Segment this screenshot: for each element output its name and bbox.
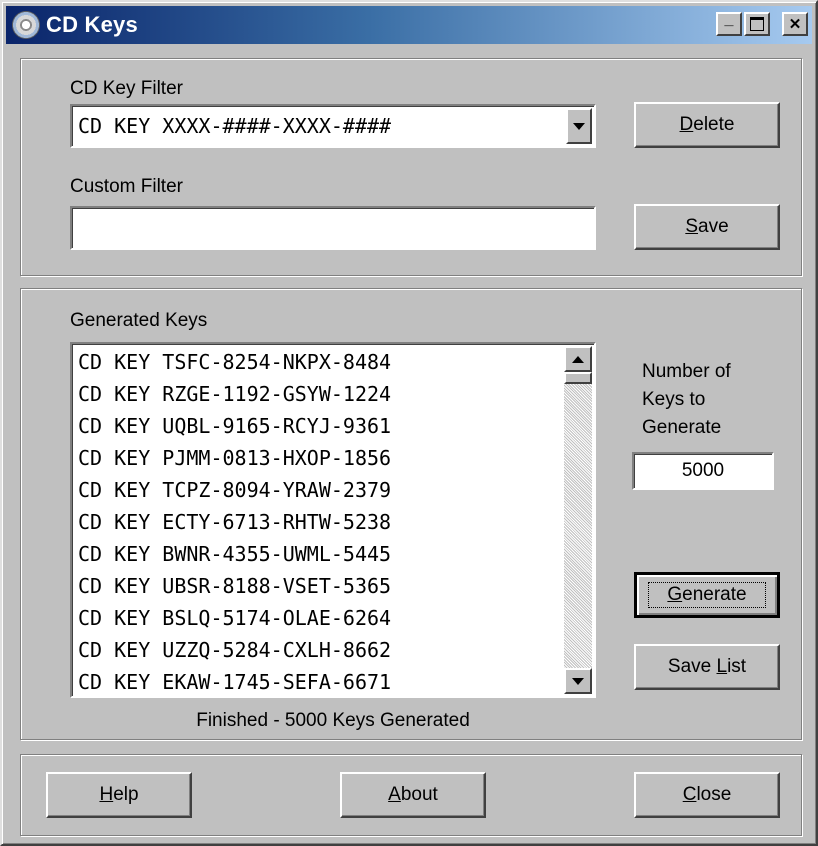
keys-scrollbar[interactable] [564,346,592,694]
key-list-item[interactable]: CD KEY TCPZ-8094-YRAW-2379 [78,474,391,506]
arrow-up-icon [572,355,584,363]
help-button-hotkey: H [99,784,114,805]
save-button-label: ave [698,216,729,237]
key-list-item[interactable]: CD KEY UZZQ-5284-CXLH-8662 [78,634,391,666]
keys-count-label: Number of Keys to Generate [642,358,731,442]
about-button[interactable]: About [340,772,486,818]
scroll-up-button[interactable] [564,346,592,372]
delete-button-label: elete [693,114,735,135]
arrow-down-icon [572,677,584,685]
title-bar[interactable]: CD Keys _ ✕ [6,6,812,44]
chevron-down-icon [573,122,585,130]
status-text: Finished - 5000 Keys Generated [196,710,470,731]
save-list-button-hotkey: L [716,656,728,677]
keys-count-label-line: Number of [642,361,731,382]
key-list-item[interactable]: CD KEY BWNR-4355-UWML-5445 [78,538,391,570]
key-list-items: CD KEY TSFC-8254-NKPX-8484 CD KEY RZGE-11… [78,346,391,696]
generate-button[interactable]: Generate [634,572,780,618]
generate-button-label: enerate [682,584,747,605]
minimize-icon: _ [724,11,734,28]
keys-count-input[interactable]: 5000 [632,452,774,490]
key-list-item[interactable]: CD KEY ECTY-6713-RHTW-5238 [78,506,391,538]
keys-count-label-line: Keys to [642,389,706,410]
keys-count-label-line: Generate [642,417,722,438]
cd-key-filter-value: CD KEY XXXX-####-XXXX-#### [78,114,392,138]
close-icon: ✕ [788,16,802,33]
save-button-hotkey: S [685,216,699,237]
key-list-item[interactable]: CD KEY RZGE-1192-GSYW-1224 [78,378,391,410]
minimize-button[interactable]: _ [716,11,742,36]
combobox-dropdown-button[interactable] [566,108,592,144]
key-list-item[interactable]: CD KEY BSLQ-5174-OLAE-6264 [78,602,391,634]
maximize-icon [750,17,764,31]
key-list-item[interactable]: CD KEY UBSR-8188-VSET-5365 [78,570,391,602]
key-list-item[interactable]: CD KEY EKAW-1745-SEFA-6671 [78,666,391,696]
key-list-item[interactable]: CD KEY PJMM-0813-HXOP-1856 [78,442,391,474]
cd-keys-window: CD Keys _ ✕ CD Key Filter CD KEY XXXX-##… [0,0,818,846]
maximize-button[interactable] [744,12,770,36]
help-button[interactable]: Help [46,772,192,818]
close-window-button[interactable]: ✕ [782,12,808,36]
cd-key-filter-label: CD Key Filter [70,78,183,99]
about-button-label: bout [400,784,438,805]
close-button-hotkey: C [682,784,697,805]
keys-count-value: 5000 [681,460,725,481]
custom-filter-label: Custom Filter [70,176,183,197]
about-button-hotkey: A [388,784,401,805]
cd-key-filter-combobox[interactable]: CD KEY XXXX-####-XXXX-#### [70,104,596,148]
key-list-item[interactable]: CD KEY TSFC-8254-NKPX-8484 [78,346,391,378]
close-button[interactable]: Close [634,772,780,818]
scroll-down-button[interactable] [564,668,592,694]
save-list-button-label-start: Save [667,656,717,677]
generated-keys-list[interactable]: CD KEY TSFC-8254-NKPX-8484 CD KEY RZGE-11… [70,342,596,698]
save-button[interactable]: Save [634,204,780,250]
scroll-thumb[interactable] [564,372,592,384]
help-button-label: elp [113,784,139,805]
delete-button-hotkey: D [679,114,694,135]
save-list-button[interactable]: Save List [634,644,780,690]
generated-keys-label: Generated Keys [70,310,208,331]
custom-filter-input[interactable] [70,206,596,250]
generate-button-hotkey: G [667,584,683,605]
generate-button-focus: Generate [648,582,766,608]
cd-disc-icon [12,11,40,39]
delete-button[interactable]: Delete [634,102,780,148]
save-list-button-label-end: ist [727,656,747,677]
window-title: CD Keys [46,12,138,37]
close-button-label: lose [696,784,732,805]
key-list-item[interactable]: CD KEY UQBL-9165-RCYJ-9361 [78,410,391,442]
